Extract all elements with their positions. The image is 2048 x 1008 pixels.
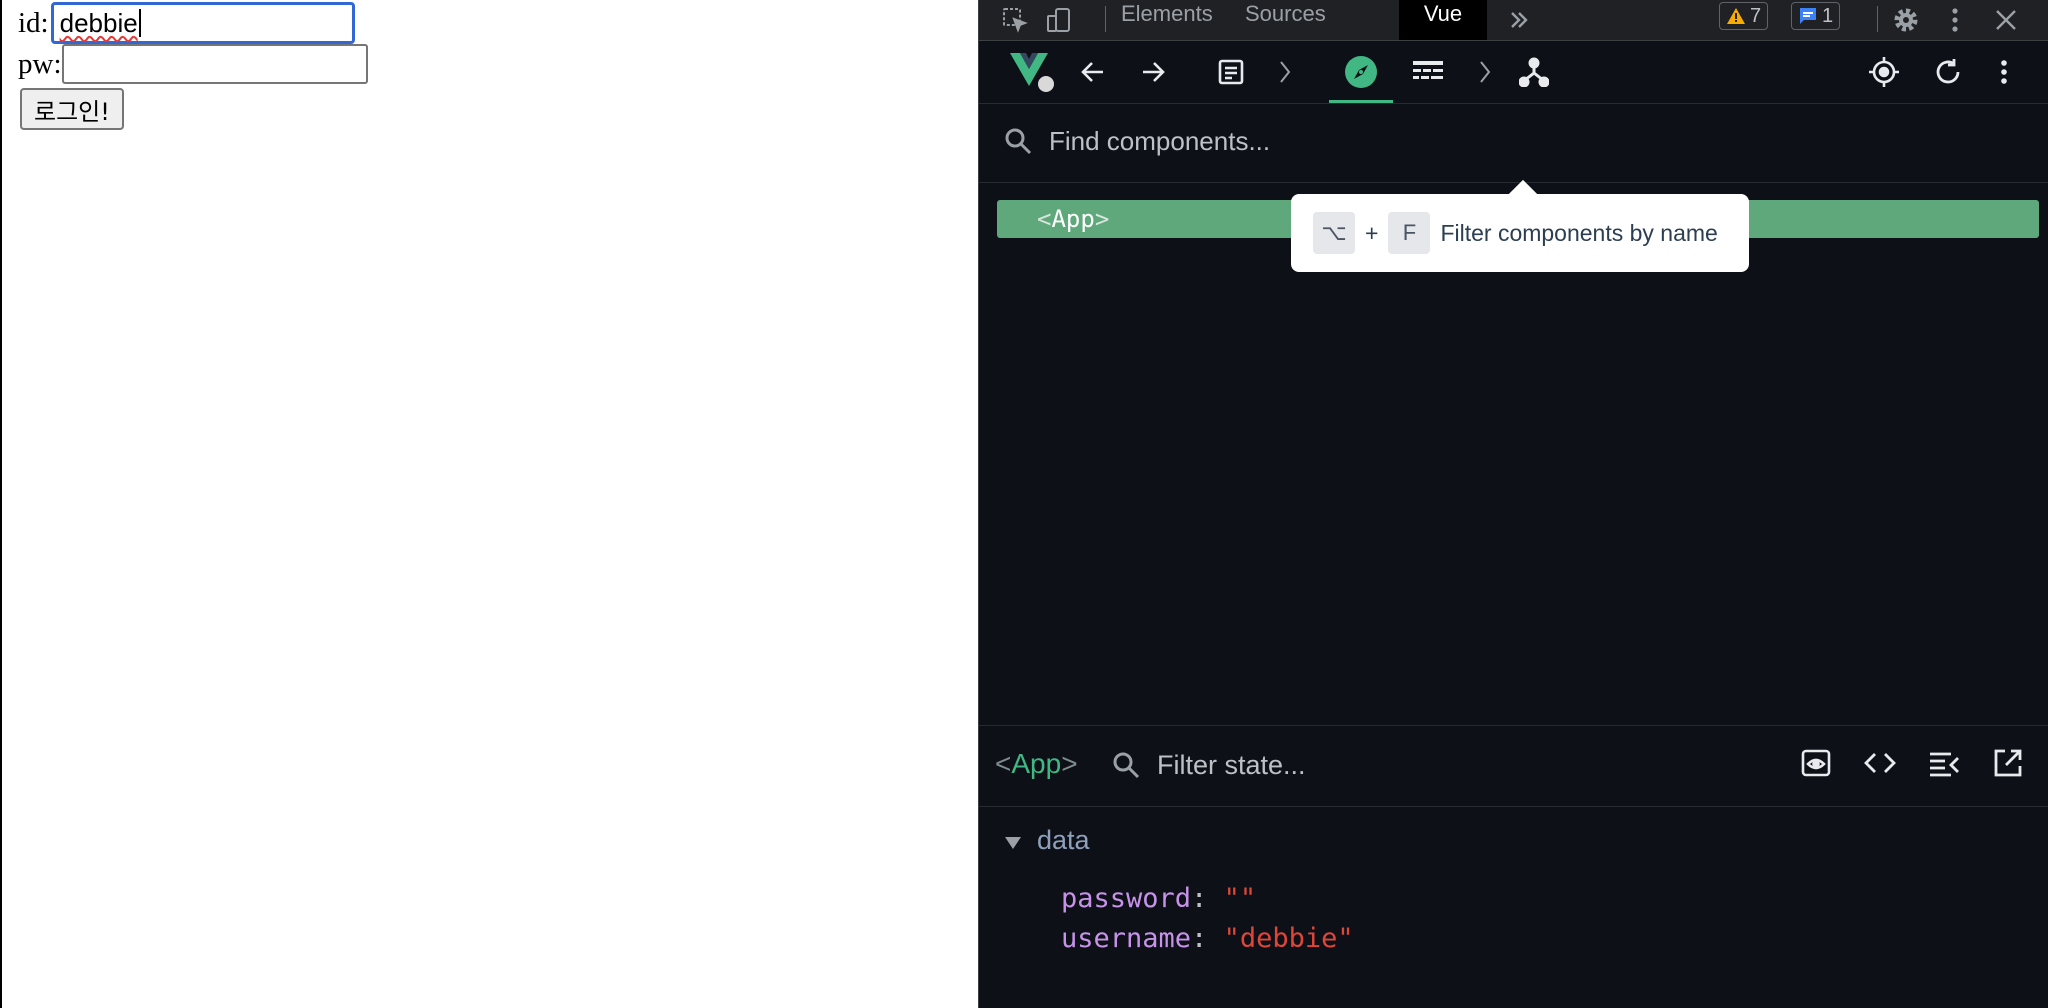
pw-input[interactable] [61, 44, 368, 84]
close-devtools-icon[interactable] [1989, 0, 2023, 40]
warnings-badge[interactable]: 7 [1719, 2, 1769, 30]
component-tree-icon[interactable] [1509, 41, 1559, 103]
tooltip-text: Filter components by name [1440, 219, 1718, 246]
find-components-search[interactable]: Find components... [979, 104, 2048, 183]
state-inspector-body: data password: "" username: "debbie" [979, 807, 2048, 1008]
message-count: 1 [1822, 4, 1834, 27]
more-options-icon[interactable] [1989, 41, 2019, 103]
more-options-icon[interactable] [1943, 0, 1967, 40]
refresh-icon[interactable] [1923, 41, 1973, 103]
messages-badge[interactable]: 1 [1791, 2, 1841, 30]
component-name: <App> [1037, 205, 1110, 233]
show-render-code-icon[interactable] [1927, 746, 1961, 784]
state-section-data[interactable]: data [1037, 825, 1090, 856]
filter-shortcut-tooltip: ⌥ + F Filter components by name [1291, 194, 1749, 272]
scroll-to-component-eye-icon[interactable] [1799, 746, 1833, 784]
id-label: id: [18, 7, 49, 39]
forward-arrow-icon[interactable] [1131, 41, 1175, 103]
login-button[interactable]: 로그인! [20, 88, 124, 130]
back-arrow-icon[interactable] [1071, 41, 1115, 103]
id-row: id: debbie [18, 2, 355, 44]
id-input-value: debbie [59, 7, 138, 38]
divider [1877, 6, 1878, 32]
pw-label: pw: [18, 48, 62, 80]
more-tabs-icon[interactable] [1503, 0, 1535, 40]
select-component-target-icon[interactable] [1859, 41, 1909, 103]
inspect-element-icon[interactable] [999, 0, 1031, 40]
pw-row: pw: [18, 44, 368, 84]
selected-component-title: <App> [995, 748, 1078, 779]
filter-state-input[interactable]: Filter state... [1157, 750, 1306, 781]
devtools-tab-bar: Elements Sources Vue 7 1 [979, 0, 2048, 41]
search-icon [1003, 126, 1033, 160]
divider [1105, 6, 1106, 32]
state-prop-password[interactable]: password: "" [1061, 883, 1256, 914]
app-selector-icon[interactable] [1209, 41, 1253, 103]
search-icon [1111, 750, 1141, 784]
state-inspector-header: <App> Filter state... [979, 726, 2048, 807]
device-toolbar-icon[interactable] [1043, 0, 1075, 40]
tab-vue[interactable]: Vue [1399, 0, 1487, 40]
text-caret [138, 9, 141, 37]
devtools-panel: Elements Sources Vue 7 1 Find components… [978, 0, 2048, 1008]
warning-count: 7 [1750, 4, 1762, 27]
web-page: id: debbie pw: 로그인! [0, 0, 978, 1008]
state-prop-username[interactable]: username: "debbie" [1061, 923, 1354, 954]
f-key: F [1388, 212, 1431, 254]
search-placeholder: Find components... [1049, 126, 1271, 156]
plus-sign: + [1365, 219, 1379, 246]
settings-gear-icon[interactable] [1889, 0, 1923, 40]
components-tab-compass-icon[interactable] [1329, 41, 1393, 103]
timeline-icon[interactable] [1403, 41, 1453, 103]
option-key: ⌥ [1313, 212, 1355, 254]
tab-sources[interactable]: Sources [1231, 0, 1340, 40]
tab-elements[interactable]: Elements [1107, 0, 1227, 40]
message-icon [1800, 8, 1816, 24]
chevron-right-icon [1475, 41, 1495, 103]
collapse-triangle-icon[interactable] [1005, 837, 1021, 849]
id-input[interactable]: debbie [50, 2, 355, 44]
open-in-editor-icon[interactable] [1991, 746, 2025, 784]
vue-logo-icon [1007, 41, 1057, 103]
inspect-dom-code-icon[interactable] [1863, 746, 1897, 784]
chevron-right-icon [1275, 41, 1295, 103]
warning-icon [1727, 8, 1745, 24]
vue-devtools-toolbar [979, 41, 2048, 104]
